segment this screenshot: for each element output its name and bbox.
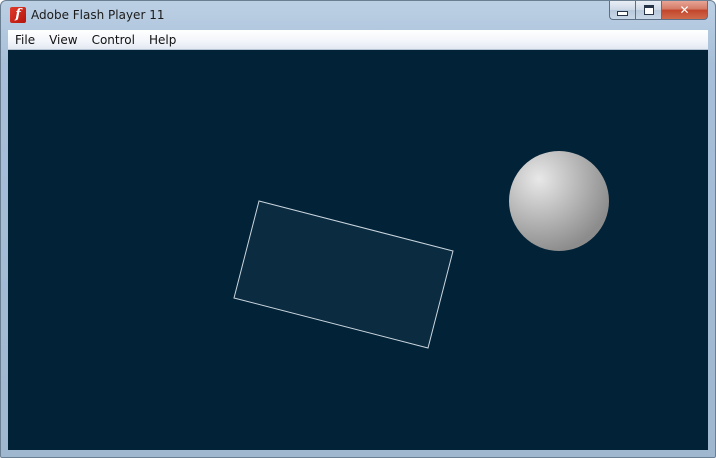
- stage-canvas: [233, 151, 609, 349]
- maximize-button[interactable]: [635, 1, 661, 20]
- flash-player-app-icon[interactable]: f: [10, 7, 26, 23]
- menu-view[interactable]: View: [42, 30, 84, 50]
- flash-stage[interactable]: [8, 50, 708, 450]
- flash-player-window: f Adobe Flash Player 11 ✕ File View Cont…: [0, 0, 716, 458]
- gray-sphere[interactable]: [509, 151, 609, 251]
- close-icon: ✕: [679, 3, 690, 17]
- window-controls: ✕: [609, 1, 708, 21]
- close-button[interactable]: ✕: [661, 1, 708, 20]
- rotated-rectangle[interactable]: [233, 200, 454, 349]
- menu-control[interactable]: Control: [85, 30, 142, 50]
- menu-file[interactable]: File: [8, 30, 42, 50]
- minimize-button[interactable]: [609, 1, 635, 20]
- menu-help[interactable]: Help: [142, 30, 183, 50]
- minimize-icon: [617, 10, 628, 16]
- window-title: Adobe Flash Player 11: [31, 8, 165, 22]
- menu-bar: File View Control Help: [8, 30, 708, 50]
- title-bar[interactable]: f Adobe Flash Player 11 ✕: [1, 1, 715, 30]
- maximize-icon: [643, 5, 654, 15]
